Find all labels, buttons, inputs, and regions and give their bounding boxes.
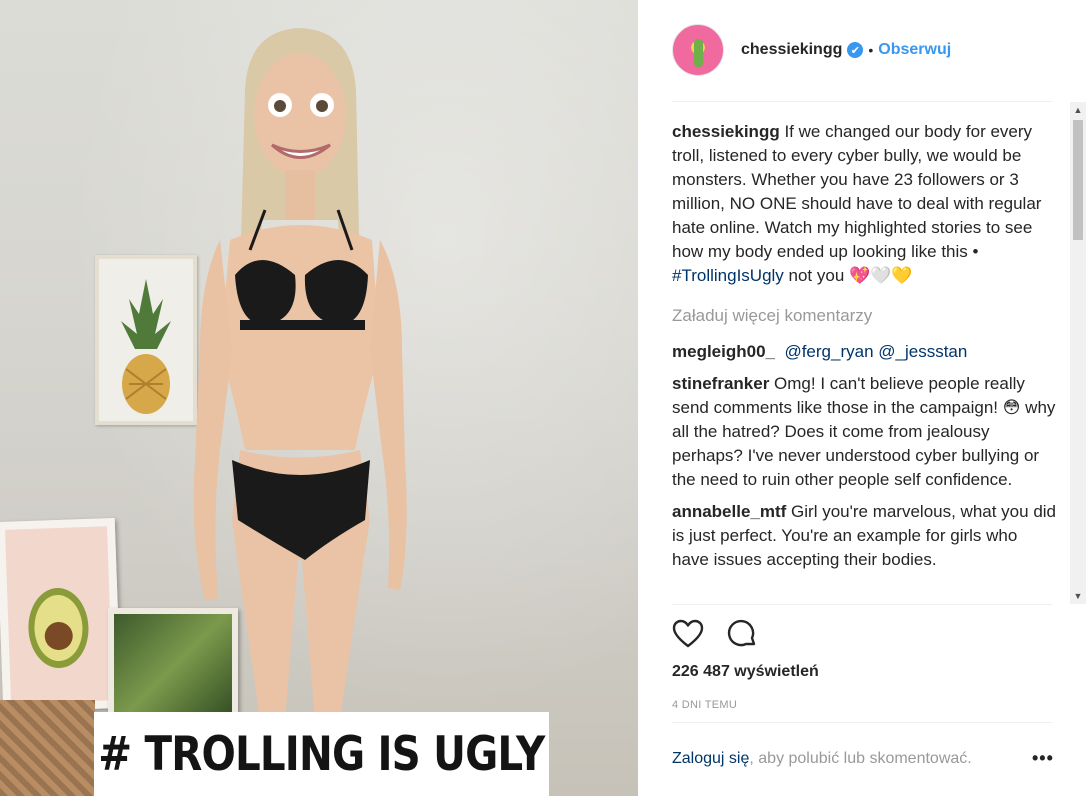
post-sidebar: chessiekingg ✔ • Obserwuj chessiekingg I…	[638, 0, 1086, 796]
avocado-illustration	[28, 588, 89, 669]
list-item: stinefranker Omg! I can't believe people…	[672, 372, 1064, 492]
comment-username[interactable]: chessiekingg	[672, 122, 780, 141]
hashtag-link[interactable]: #TrollingIsUgly	[672, 266, 784, 285]
list-item: annabelle_mtf Girl you're marvelous, wha…	[672, 500, 1064, 572]
verified-badge-icon: ✔	[847, 42, 864, 58]
avocado-picture-frame	[0, 517, 122, 713]
header-separator: •	[868, 42, 874, 58]
media-caption-text: # TROLLING IS UGLY	[98, 726, 545, 782]
comment-text-end: not you 💖🤍💛	[783, 266, 913, 285]
scroll-thumb[interactable]	[1073, 120, 1083, 240]
post-header: chessiekingg ✔ • Obserwuj	[672, 22, 1052, 78]
heart-icon	[672, 619, 704, 648]
comment-username[interactable]: annabelle_mtf	[672, 502, 786, 521]
comments-scrollbar[interactable]: ▲ ▼	[1070, 102, 1086, 604]
header-username[interactable]: chessiekingg	[741, 41, 842, 59]
post-timestamp[interactable]: 4 DNI TEMU	[672, 699, 737, 711]
caption-comment: chessiekingg If we changed our body for …	[672, 120, 1064, 288]
comment-icon	[727, 619, 756, 647]
action-bar	[670, 616, 760, 652]
scroll-up-arrow-icon[interactable]: ▲	[1070, 102, 1086, 118]
header-divider	[672, 101, 1052, 102]
comments-list[interactable]: chessiekingg If we changed our body for …	[672, 120, 1064, 604]
comment-button[interactable]	[724, 616, 760, 652]
like-button[interactable]	[670, 616, 706, 652]
avatar[interactable]	[672, 24, 724, 76]
list-item: megleigh00_ @ferg_ryan @_jessstan	[672, 340, 1064, 364]
mention-link[interactable]: @ferg_ryan	[784, 342, 873, 361]
comments-divider	[672, 604, 1052, 605]
wicker-basket	[0, 700, 95, 796]
comment-username[interactable]: megleigh00_	[672, 342, 775, 361]
scroll-down-arrow-icon[interactable]: ▼	[1070, 588, 1086, 604]
mention-link[interactable]: @_jessstan	[878, 342, 967, 361]
view-count[interactable]: 226 487 wyświetleń	[672, 663, 819, 681]
login-link[interactable]: Zaloguj się	[672, 750, 749, 768]
media-caption-banner: # TROLLING IS UGLY	[94, 712, 549, 796]
login-prompt: Zaloguj się, aby polubić lub skomentować…	[672, 750, 1052, 768]
login-prompt-text: , aby polubić lub skomentować.	[749, 750, 972, 767]
comment-text: If we changed our body for every troll, …	[672, 122, 1042, 261]
more-options-icon[interactable]: •••	[1032, 748, 1054, 769]
load-more-comments-button[interactable]: Załaduj więcej komentarzy	[672, 304, 1064, 328]
comment-username[interactable]: stinefranker	[672, 374, 769, 393]
follow-button[interactable]: Obserwuj	[878, 41, 951, 59]
footer-divider	[672, 722, 1052, 723]
person-figure	[193, 28, 407, 720]
post-media[interactable]: # TROLLING IS UGLY	[0, 0, 638, 796]
